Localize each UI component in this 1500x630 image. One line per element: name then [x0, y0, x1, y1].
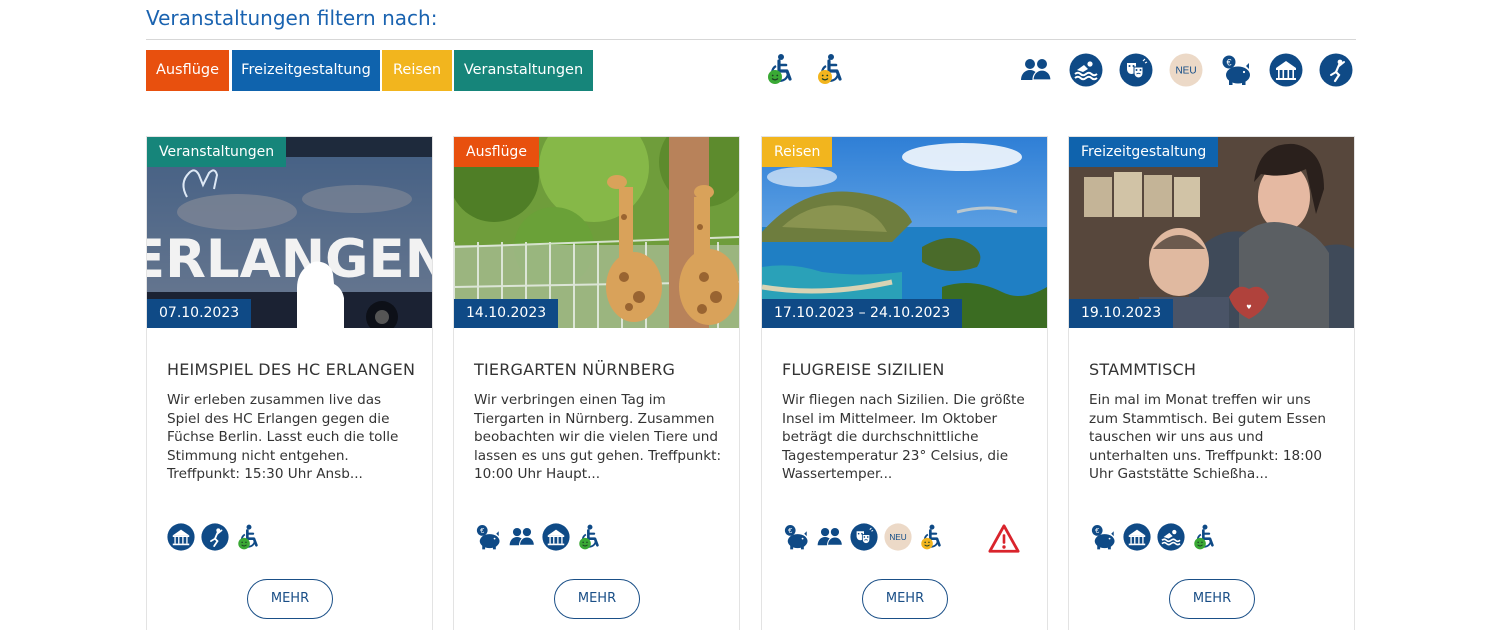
new-badge-icon: NEU: [884, 523, 912, 551]
more-button[interactable]: MEHR: [862, 579, 948, 619]
carousel-icon: [542, 523, 570, 551]
category-tag: Ausflüge: [454, 137, 539, 167]
svg-text:NEU: NEU: [889, 533, 906, 542]
piggy-bank-euro-icon: €: [782, 523, 810, 551]
bus-lettering: ERLANGEN: [147, 229, 432, 290]
carousel-icon: [1123, 523, 1151, 551]
svg-text:€: €: [1226, 57, 1231, 67]
event-feature-icons: [167, 523, 417, 555]
piggy-bank-euro-icon: €: [474, 523, 502, 551]
swimming-icon: [1157, 523, 1185, 551]
divider: [146, 39, 1356, 40]
event-date: 07.10.2023: [147, 299, 252, 328]
event-title[interactable]: HEIMSPIEL DES HC ERLANGEN: [167, 360, 415, 379]
svg-text:NEU: NEU: [1175, 66, 1196, 77]
filter-button-veranstaltungen[interactable]: Veranstaltungen: [454, 50, 593, 91]
event-title[interactable]: STAMMTISCH: [1089, 360, 1196, 379]
wheelchair-green-icon: [576, 523, 604, 551]
wheelchair-orange-icon: [918, 523, 946, 551]
theater-masks-icon[interactable]: [1119, 53, 1153, 87]
warning-icon: [988, 523, 1020, 555]
event-card[interactable]: Reisen 17.10.2023 – 24.10.2023 FLUGREISE S…: [761, 136, 1048, 630]
more-button[interactable]: MEHR: [554, 579, 640, 619]
piggy-bank-euro-icon: €: [1089, 523, 1117, 551]
event-date: 14.10.2023: [454, 299, 559, 328]
event-description: Wir fliegen nach Sizilien. Die größte In…: [782, 392, 1025, 483]
event-feature-icons: € NEU: [782, 523, 1032, 555]
sports-icon: [201, 523, 229, 551]
wheelchair-green-icon[interactable]: [764, 52, 798, 86]
carousel-icon: [167, 523, 195, 551]
category-tag: Reisen: [762, 137, 833, 167]
event-card[interactable]: Ausflüge 14.10.2023 TIERGARTEN NÜRNBERG Wir…: [453, 136, 740, 630]
event-description: Wir verbringen einen Tag im Tiergarten i…: [474, 392, 722, 483]
group-icon[interactable]: [1019, 53, 1053, 87]
category-tag: Freizeitgestaltung: [1069, 137, 1219, 167]
event-card[interactable]: ERLANGEN Veranstaltungen 07.10.2023 HEIMSP…: [146, 136, 433, 630]
piggy-bank-euro-icon[interactable]: €: [1219, 53, 1253, 87]
wheelchair-green-icon: [235, 523, 263, 551]
svg-text:♥: ♥: [1246, 304, 1251, 311]
event-card[interactable]: ♥ Freizeitgestaltung 19.10.2023 STAMMTISCH E…: [1068, 136, 1355, 630]
wheelchair-green-icon: [1191, 523, 1219, 551]
event-date: 19.10.2023: [1069, 299, 1174, 328]
sports-icon[interactable]: [1319, 53, 1353, 87]
filter-button-ausfluege[interactable]: Ausflüge: [146, 50, 229, 91]
category-tag: Veranstaltungen: [147, 137, 287, 167]
new-badge-icon[interactable]: NEU: [1169, 53, 1203, 87]
event-description: Wir erleben zusammen live das Spiel des …: [167, 392, 399, 483]
swimming-icon[interactable]: [1069, 53, 1103, 87]
theater-masks-icon: [850, 523, 878, 551]
event-date: 17.10.2023 – 24.10.2023: [762, 299, 963, 328]
event-title[interactable]: TIERGARTEN NÜRNBERG: [474, 360, 675, 379]
event-title[interactable]: FLUGREISE SIZILIEN: [782, 360, 945, 379]
more-button[interactable]: MEHR: [1169, 579, 1255, 619]
group-icon: [508, 523, 536, 551]
more-button[interactable]: MEHR: [247, 579, 333, 619]
group-icon: [816, 523, 844, 551]
carousel-icon[interactable]: [1269, 53, 1303, 87]
filter-title: Veranstaltungen filtern nach:: [146, 6, 438, 30]
filter-button-reisen[interactable]: Reisen: [382, 50, 452, 91]
event-feature-icons: €: [474, 523, 724, 555]
filter-button-freizeitgestaltung[interactable]: Freizeitgestaltung: [232, 50, 380, 91]
event-description: Ein mal im Monat treffen wir uns zum Sta…: [1089, 392, 1327, 483]
wheelchair-orange-icon[interactable]: [814, 52, 848, 86]
event-feature-icons: €: [1089, 523, 1339, 555]
